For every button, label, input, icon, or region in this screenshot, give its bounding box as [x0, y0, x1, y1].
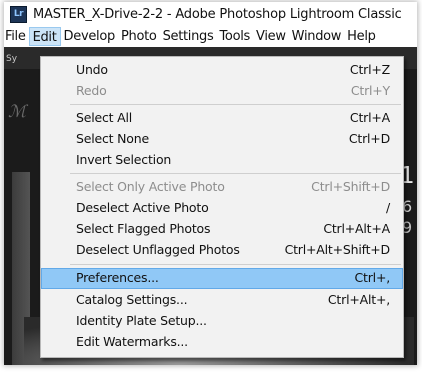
menu-item-label: Deselect Unflagged Photos [76, 242, 240, 257]
menu-item-shortcut: Ctrl+D [348, 131, 390, 146]
menu-item-redo[interactable]: Redo Ctrl+Y [41, 81, 403, 102]
menu-item-label: Undo [76, 62, 108, 77]
menu-item-label: Deselect Active Photo [76, 200, 209, 215]
menu-window[interactable]: Window [289, 27, 344, 47]
menu-item-shortcut: Ctrl+Y [350, 83, 390, 98]
menu-item-shortcut: Ctrl+Z [349, 62, 390, 77]
menu-item-label: Catalog Settings... [76, 292, 188, 307]
menu-item-label: Edit Watermarks... [76, 334, 188, 349]
menu-view[interactable]: View [253, 27, 289, 47]
menu-item-shortcut: Ctrl+A [349, 110, 390, 125]
menu-tools[interactable]: Tools [216, 27, 253, 47]
menu-help[interactable]: Help [344, 27, 378, 47]
menu-item-shortcut: / [385, 200, 390, 215]
menu-item-preferences[interactable]: Preferences... Ctrl+, [41, 268, 403, 289]
menu-item-label: Select Flagged Photos [76, 221, 211, 236]
menu-item-label: Select Only Active Photo [76, 179, 225, 194]
menu-item-edit-watermarks[interactable]: Edit Watermarks... [41, 332, 403, 353]
menu-separator [70, 104, 401, 105]
menu-item-shortcut: Ctrl+Alt+A [323, 221, 390, 236]
menu-item-deselect-unflagged-photos[interactable]: Deselect Unflagged Photos Ctrl+Alt+Shift… [41, 240, 403, 261]
identity-plate-logo: ℳ [8, 102, 27, 122]
edit-menu-dropdown: Undo Ctrl+Z Redo Ctrl+Y Select All Ctrl+… [40, 56, 404, 358]
menu-item-deselect-active-photo[interactable]: Deselect Active Photo / [41, 198, 403, 219]
menu-develop[interactable]: Develop [61, 27, 118, 47]
menu-item-select-only-active-photo[interactable]: Select Only Active Photo Ctrl+Shift+D [41, 177, 403, 198]
menu-item-label: Select All [76, 110, 133, 125]
menu-item-shortcut: Ctrl+Alt+Shift+D [284, 242, 391, 257]
menu-photo[interactable]: Photo [118, 27, 160, 47]
app-window: Lr MASTER_X-Drive-2-2 - Adobe Photoshop … [4, 2, 417, 365]
title-bar: Lr MASTER_X-Drive-2-2 - Adobe Photoshop … [4, 2, 417, 26]
menu-settings[interactable]: Settings [160, 27, 217, 47]
menu-item-shortcut: Ctrl+Alt+, [327, 292, 390, 307]
menu-separator [70, 264, 401, 265]
menu-separator [70, 173, 401, 174]
menu-item-shortcut: Ctrl+Shift+D [311, 179, 390, 194]
menu-item-select-flagged-photos[interactable]: Select Flagged Photos Ctrl+Alt+A [41, 219, 403, 240]
menu-item-label: Preferences... [76, 270, 159, 285]
menu-item-identity-plate-setup[interactable]: Identity Plate Setup... [41, 311, 403, 332]
menu-item-undo[interactable]: Undo Ctrl+Z [41, 60, 403, 81]
menu-file[interactable]: File [4, 27, 29, 47]
menu-item-label: Redo [76, 83, 107, 98]
menu-item-catalog-settings[interactable]: Catalog Settings... Ctrl+Alt+, [41, 290, 403, 311]
menu-edit[interactable]: Edit [28, 27, 61, 46]
menu-bar: File Edit Develop Photo Settings Tools V… [4, 26, 417, 47]
identity-plate-text: Sy [6, 54, 18, 64]
menu-item-shortcut: Ctrl+, [354, 270, 391, 285]
menu-item-label: Identity Plate Setup... [76, 313, 207, 328]
menu-item-label: Select None [76, 131, 149, 146]
menu-item-select-all[interactable]: Select All Ctrl+A [41, 108, 403, 129]
menu-item-label: Invert Selection [76, 152, 172, 167]
lightroom-app-icon: Lr [10, 5, 27, 23]
menu-item-invert-selection[interactable]: Invert Selection [41, 150, 403, 171]
menu-item-select-none[interactable]: Select None Ctrl+D [41, 129, 403, 150]
window-title: MASTER_X-Drive-2-2 - Adobe Photoshop Lig… [33, 6, 402, 22]
